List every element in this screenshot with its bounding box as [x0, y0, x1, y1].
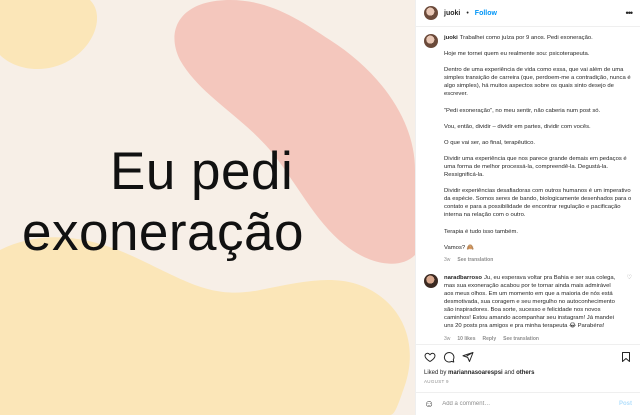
caption-paragraph: Terapia é tudo isso também.	[444, 228, 518, 235]
comment-username[interactable]: naradbarroso	[444, 275, 482, 281]
post-sidebar: juoki • Follow ••• juoki Trabalhei como j…	[415, 0, 640, 415]
comment-icon[interactable]	[443, 351, 455, 363]
comments-scroll[interactable]: juoki Trabalhei como juíza por 9 anos. Pe…	[416, 27, 640, 344]
comment-avatar[interactable]	[424, 273, 438, 288]
liked-by-user[interactable]: mariannasoarespsi	[448, 370, 503, 376]
caption-paragraph: Vamos? 🙈	[444, 244, 475, 251]
caption-paragraph: Dividir uma experiência que nos parece g…	[444, 155, 627, 179]
caption-meta: 3w See translation	[444, 256, 632, 264]
caption-see-translation[interactable]: See translation	[457, 256, 493, 264]
comment: naradbarroso Ju, eu esperava voltar pra B…	[424, 273, 632, 343]
comment-reply-button[interactable]: Reply	[482, 335, 496, 343]
follow-button[interactable]: Follow	[475, 10, 497, 17]
emoji-icon[interactable]: ☺	[424, 399, 434, 410]
caption-paragraph: Vou, então, dividir – dividir em partes,…	[444, 123, 591, 130]
caption: juoki Trabalhei como juíza por 9 anos. Pe…	[424, 34, 632, 264]
post-button[interactable]: Post	[619, 401, 632, 407]
share-icon[interactable]	[462, 351, 474, 363]
liked-by-and: and	[504, 370, 515, 376]
caption-paragraph: “Pedi exoneração”, no meu sentir, não ca…	[444, 107, 601, 114]
comment-input[interactable]	[442, 401, 611, 407]
image-headline-line-2: exoneração	[22, 203, 304, 262]
action-bar	[416, 344, 640, 368]
post-header: juoki • Follow •••	[416, 0, 640, 27]
bookmark-icon[interactable]	[620, 351, 632, 363]
post-date[interactable]: AUGUST 9	[416, 378, 640, 388]
comment-body: naradbarroso Ju, eu esperava voltar pra B…	[444, 274, 621, 343]
post-image[interactable]: Eu pedi exoneração	[0, 0, 415, 415]
caption-avatar[interactable]	[424, 34, 438, 48]
more-horizontal-icon[interactable]: •••	[626, 8, 634, 18]
comment-time[interactable]: 3w	[444, 335, 450, 343]
comment-like-heart-icon[interactable]: ♡	[627, 274, 632, 343]
heart-icon[interactable]	[424, 351, 436, 363]
comment-meta: 3w 10 likes Reply See translation	[444, 335, 621, 343]
caption-paragraph: Dentro de uma experiência de vida como e…	[444, 67, 631, 98]
comment-text: Ju, eu esperava voltar pra Bahia e ser s…	[444, 274, 616, 329]
caption-paragraph: juoki Trabalhei como juíza por 9 anos. Pe…	[444, 35, 593, 41]
image-headline: Eu pedi exoneração	[22, 141, 402, 263]
liked-by-prefix: Liked by	[424, 370, 447, 376]
header-username[interactable]: juoki	[444, 10, 460, 17]
comment-see-translation[interactable]: See translation	[503, 335, 539, 343]
avatar[interactable]	[424, 6, 438, 20]
caption-paragraph: Hoje me tornei quem eu realmente sou: ps…	[444, 51, 590, 58]
comment-likes[interactable]: 10 likes	[457, 335, 475, 343]
caption-paragraph: Dividir experiências desafiadoras com ou…	[444, 188, 632, 219]
instagram-post: Eu pedi exoneração juoki • Follow ••• ju…	[0, 0, 640, 415]
liked-by: Liked by mariannasoarespsi and others	[416, 368, 640, 378]
separator-dot: •	[466, 9, 469, 17]
liked-by-others[interactable]: others	[516, 370, 534, 376]
caption-body: juoki Trabalhei como juíza por 9 anos. Pe…	[444, 34, 632, 264]
caption-paragraph: O que vai ser, ao final, terapêutico.	[444, 139, 536, 146]
image-headline-line-1: Eu pedi	[110, 142, 294, 201]
caption-time[interactable]: 3w	[444, 256, 450, 264]
caption-username[interactable]: juoki	[444, 35, 458, 41]
add-comment-bar: ☺ Post	[416, 392, 640, 415]
